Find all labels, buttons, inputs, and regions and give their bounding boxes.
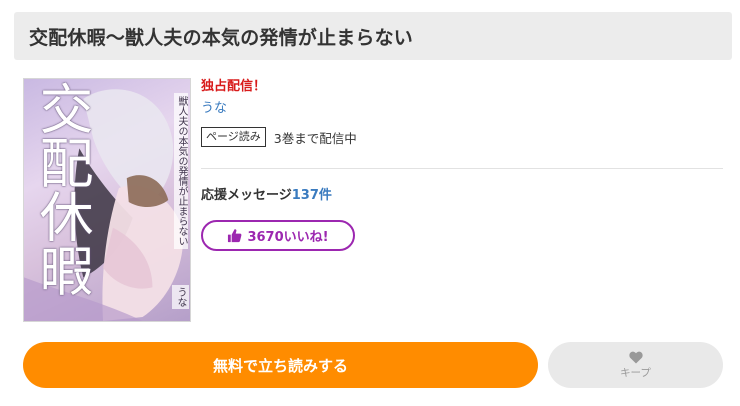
cheer-message-link[interactable]: 応援メッセージ137件 [201,184,332,203]
cover-author: うな [172,285,189,309]
read-status: 3巻まで配信中 [273,130,357,146]
page-title: 交配休暇〜獣人夫の本気の発情が止まらない [29,26,414,49]
thumbs-up-icon [228,229,242,243]
read-status-row: ページ読み 3巻まで配信中 [201,127,723,147]
author-link[interactable]: うな [201,100,723,118]
trial-label: 無料で立ち読みする [212,356,348,375]
keep-button[interactable]: キープ [548,342,723,388]
read-type-tag: ページ読み [201,127,266,147]
book-info: 独占配信！ うな ページ読み 3巻まで配信中 応援メッセージ137件 3670い… [201,78,723,251]
like-label: 3670いいね! [247,230,329,245]
book-cover[interactable]: 交配休暇 獣人夫の本気の発情が止まらない うな [23,78,191,322]
heart-icon [628,351,643,363]
cheer-label: 応援メッセージ [201,188,292,203]
exclusive-label: 独占配信！ [201,79,267,94]
divider [201,168,723,169]
keep-label: キープ [620,366,651,379]
title-bar: 交配休暇〜獣人夫の本気の発情が止まらない [14,12,732,60]
free-trial-button[interactable]: 無料で立ち読みする [23,342,538,388]
book-detail: 交配休暇〜獣人夫の本気の発情が止まらない 交配休暇 獣人夫の本気の発情が止まらな… [0,0,740,406]
like-button[interactable]: 3670いいね! [201,220,355,251]
cover-subtitle: 獣人夫の本気の発情が止まらない [174,93,188,249]
cover-title: 交配休暇 [30,81,93,297]
cheer-count: 137件 [291,188,332,203]
